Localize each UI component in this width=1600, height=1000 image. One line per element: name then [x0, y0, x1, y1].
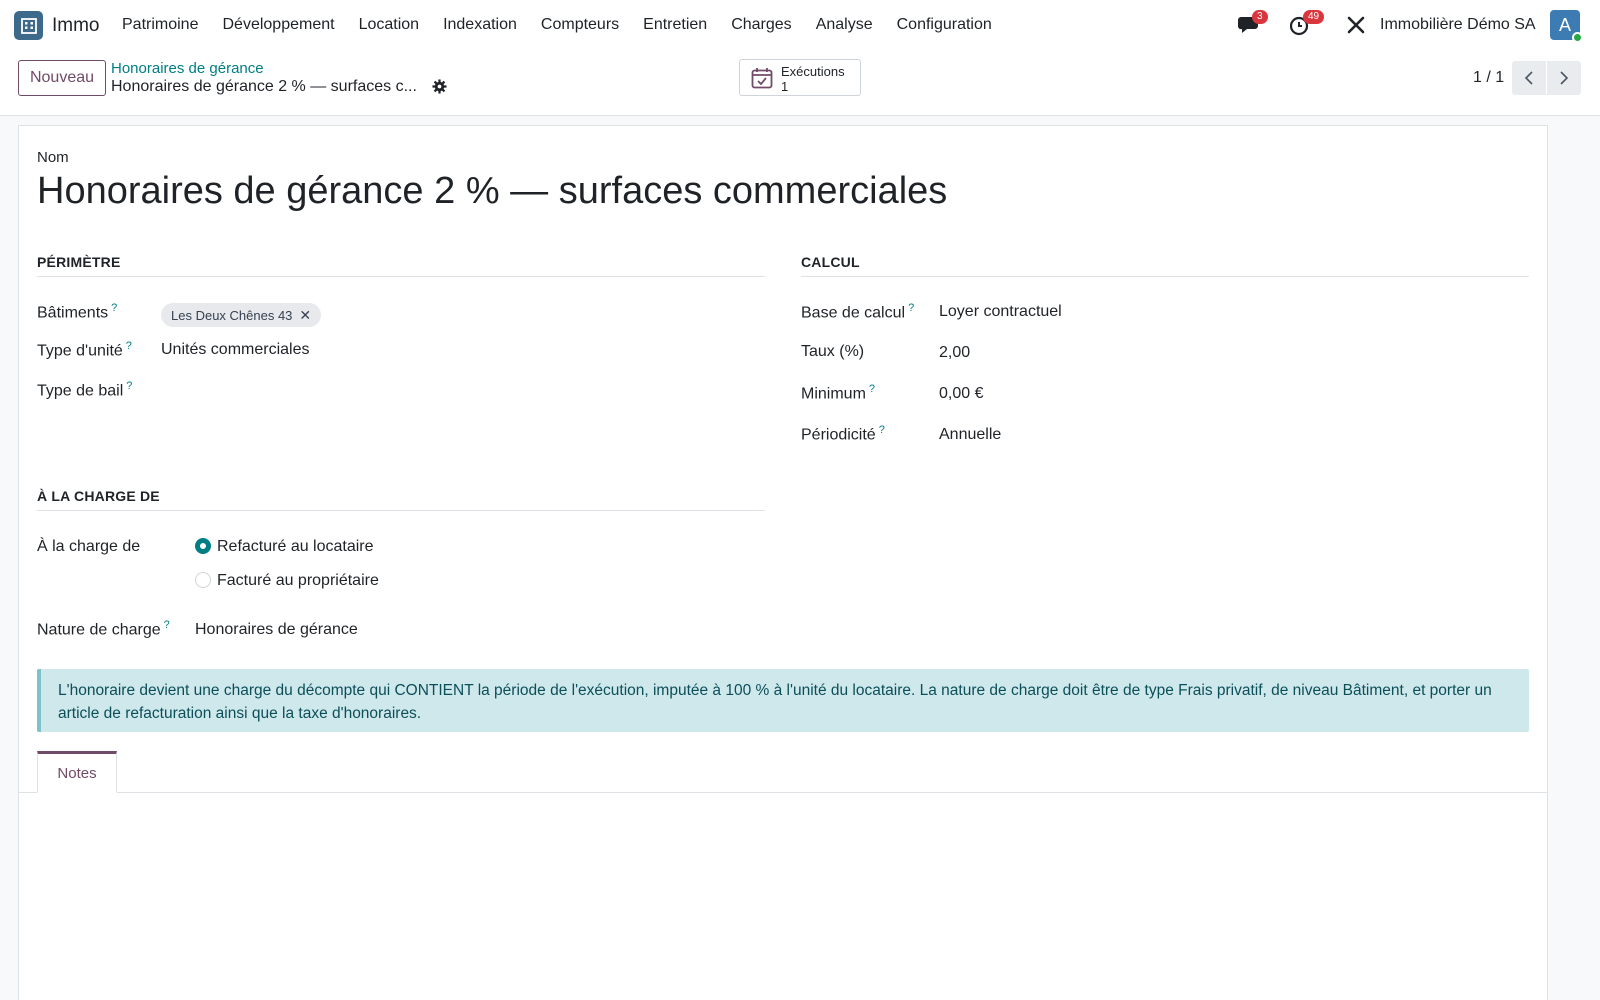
- nature-charge-field[interactable]: Honoraires de gérance: [195, 621, 358, 639]
- breadcrumb-parent-link[interactable]: Honoraires de gérance: [111, 60, 264, 77]
- breadcrumb-current: Honoraires de gérance 2 % — surfaces c..…: [111, 78, 417, 95]
- periodicite-label-text: Périodicité: [801, 426, 876, 444]
- messages-icon[interactable]: 3: [1237, 10, 1268, 41]
- menu-item-configuration[interactable]: Configuration: [897, 16, 992, 34]
- section-divider: [801, 276, 1529, 277]
- section-title-perimetre: PÉRIMÈTRE: [37, 254, 121, 270]
- type-bail-field[interactable]: [161, 380, 741, 402]
- menu-item-analyse[interactable]: Analyse: [816, 16, 873, 34]
- base-calcul-label-text: Base de calcul: [801, 304, 906, 322]
- pager-previous-button[interactable]: [1512, 61, 1546, 95]
- control-panel: Nouveau Honoraires de gérance Honoraires…: [0, 52, 1600, 116]
- form-sheet: Nom Honoraires de gérance 2 % — surfaces…: [18, 125, 1548, 1000]
- charge-label: À la charge de: [37, 538, 141, 555]
- online-status-dot: [1572, 32, 1583, 43]
- company-switcher[interactable]: Immobilière Démo SA: [1380, 16, 1536, 34]
- app-name[interactable]: Immo: [52, 15, 100, 37]
- activities-count-badge: 49: [1303, 10, 1325, 24]
- periodicite-label: Périodicité?: [801, 424, 885, 444]
- executions-smart-button[interactable]: Exécutions 1: [739, 59, 861, 96]
- radio-facture-proprietaire-label[interactable]: Facturé au propriétaire: [217, 572, 379, 590]
- type-bail-label-text: Type de bail: [37, 382, 124, 400]
- chevron-left-icon: [1524, 71, 1533, 85]
- menu-item-compteurs[interactable]: Compteurs: [541, 16, 619, 34]
- batiments-label-text: Bâtiments: [37, 304, 109, 322]
- type-unite-label: Type d'unité?: [37, 340, 132, 360]
- taux-label: Taux (%): [801, 343, 865, 360]
- gear-icon[interactable]: [432, 79, 447, 99]
- pager-next-button[interactable]: [1547, 61, 1581, 95]
- chevron-right-icon: [1560, 71, 1569, 85]
- base-calcul-label: Base de calcul?: [801, 302, 914, 322]
- type-unite-field[interactable]: Unités commerciales: [161, 341, 309, 359]
- help-icon[interactable]: ?: [111, 302, 117, 314]
- help-icon[interactable]: ?: [126, 340, 132, 352]
- activity-clock-icon[interactable]: 49: [1289, 10, 1325, 41]
- info-alert: L'honoraire devient une charge du décomp…: [37, 669, 1529, 732]
- minimum-label: Minimum?: [801, 383, 875, 403]
- help-icon[interactable]: ?: [164, 619, 170, 631]
- help-icon[interactable]: ?: [126, 380, 132, 392]
- minimum-field[interactable]: 0,00 €: [939, 385, 983, 403]
- nature-charge-label: Nature de charge?: [37, 619, 170, 639]
- name-label: Nom: [37, 149, 69, 166]
- avatar-letter: A: [1558, 14, 1571, 35]
- menu-item-location[interactable]: Location: [359, 16, 420, 34]
- name-field[interactable]: Honoraires de gérance 2 % — surfaces com…: [37, 170, 947, 213]
- executions-label: Exécutions: [781, 64, 845, 79]
- remove-tag-icon[interactable]: ✕: [299, 307, 311, 324]
- menu-item-charges[interactable]: Charges: [731, 16, 791, 34]
- messages-count-badge: 3: [1252, 10, 1268, 24]
- user-avatar[interactable]: A: [1550, 10, 1583, 43]
- building-app-icon[interactable]: [14, 11, 43, 40]
- batiment-tag[interactable]: Les Deux Chênes 43 ✕: [161, 303, 322, 327]
- batiments-label: Bâtiments?: [37, 302, 117, 322]
- radio-refacture-locataire-label[interactable]: Refacturé au locataire: [217, 538, 374, 556]
- section-divider: [37, 510, 765, 511]
- help-icon[interactable]: ?: [869, 383, 875, 395]
- section-title-calcul: CALCUL: [801, 254, 860, 270]
- section-divider: [37, 276, 765, 277]
- radio-facture-proprietaire[interactable]: [195, 572, 211, 588]
- menu-item-patrimoine[interactable]: Patrimoine: [122, 16, 198, 34]
- type-bail-label: Type de bail?: [37, 380, 132, 400]
- executions-count: 1: [781, 79, 789, 94]
- minimum-label-text: Minimum: [801, 385, 866, 403]
- nature-charge-label-text: Nature de charge: [37, 621, 161, 639]
- tools-icon[interactable]: [1346, 15, 1366, 40]
- pager-value[interactable]: 1 / 1: [1473, 69, 1504, 87]
- batiment-tag-label: Les Deux Chênes 43: [171, 307, 293, 323]
- section-title-charge: À LA CHARGE DE: [37, 488, 160, 504]
- calendar-check-icon: [751, 67, 773, 94]
- new-button[interactable]: Nouveau: [18, 60, 106, 96]
- menu-item-indexation[interactable]: Indexation: [443, 16, 517, 34]
- menu-item-entretien[interactable]: Entretien: [643, 16, 707, 34]
- base-calcul-field[interactable]: Loyer contractuel: [939, 303, 1062, 321]
- tab-notes[interactable]: Notes: [37, 751, 117, 793]
- help-icon[interactable]: ?: [879, 424, 885, 436]
- taux-field[interactable]: 2,00: [939, 344, 970, 362]
- type-unite-label-text: Type d'unité: [37, 342, 123, 360]
- help-icon[interactable]: ?: [908, 302, 914, 314]
- menu-item-developpement[interactable]: Développement: [222, 16, 334, 34]
- main-menu: Patrimoine Développement Location Indexa…: [122, 16, 1016, 34]
- radio-refacture-locataire[interactable]: [195, 538, 211, 554]
- periodicite-field[interactable]: Annuelle: [939, 426, 1001, 444]
- top-navbar: Immo Patrimoine Développement Location I…: [0, 0, 1600, 52]
- tabs-divider: [19, 792, 1547, 793]
